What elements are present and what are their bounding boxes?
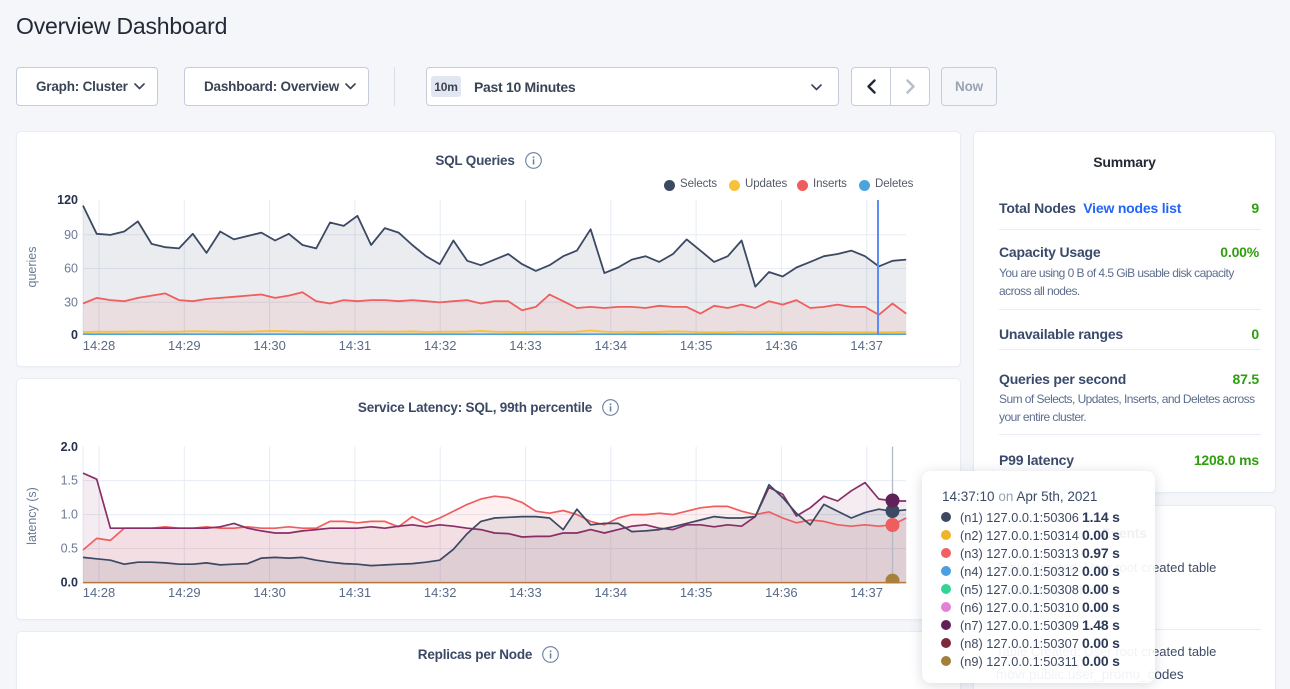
svg-text:14:29: 14:29 (168, 338, 201, 353)
svg-text:14:37: 14:37 (850, 585, 883, 600)
svg-text:14:35: 14:35 (680, 585, 713, 600)
svg-text:14:34: 14:34 (595, 338, 628, 353)
svg-text:2.0: 2.0 (61, 440, 78, 454)
svg-text:14:32: 14:32 (424, 338, 457, 353)
svg-text:1.0: 1.0 (61, 508, 78, 522)
svg-text:14:34: 14:34 (595, 585, 628, 600)
svg-text:14:33: 14:33 (509, 585, 542, 600)
svg-text:120: 120 (57, 193, 78, 207)
svg-text:latency (s): latency (s) (25, 487, 39, 545)
svg-text:14:36: 14:36 (765, 585, 798, 600)
svg-text:14:32: 14:32 (424, 585, 457, 600)
svg-text:1.5: 1.5 (61, 474, 78, 488)
svg-text:14:31: 14:31 (339, 585, 372, 600)
svg-text:30: 30 (64, 295, 78, 309)
svg-text:60: 60 (64, 262, 78, 276)
svg-text:14:35: 14:35 (680, 338, 713, 353)
svg-text:90: 90 (64, 228, 78, 242)
svg-text:14:30: 14:30 (253, 585, 286, 600)
svg-text:14:29: 14:29 (168, 585, 201, 600)
svg-text:14:36: 14:36 (765, 338, 798, 353)
svg-text:14:30: 14:30 (253, 338, 286, 353)
svg-text:14:31: 14:31 (339, 338, 372, 353)
svg-text:14:33: 14:33 (509, 338, 542, 353)
svg-text:14:37: 14:37 (850, 338, 883, 353)
svg-text:0.0: 0.0 (61, 576, 78, 590)
svg-text:14:28: 14:28 (83, 338, 116, 353)
svg-text:0: 0 (71, 328, 78, 342)
svg-text:0.5: 0.5 (61, 542, 78, 556)
svg-text:14:28: 14:28 (83, 585, 116, 600)
svg-text:queries: queries (25, 247, 39, 288)
